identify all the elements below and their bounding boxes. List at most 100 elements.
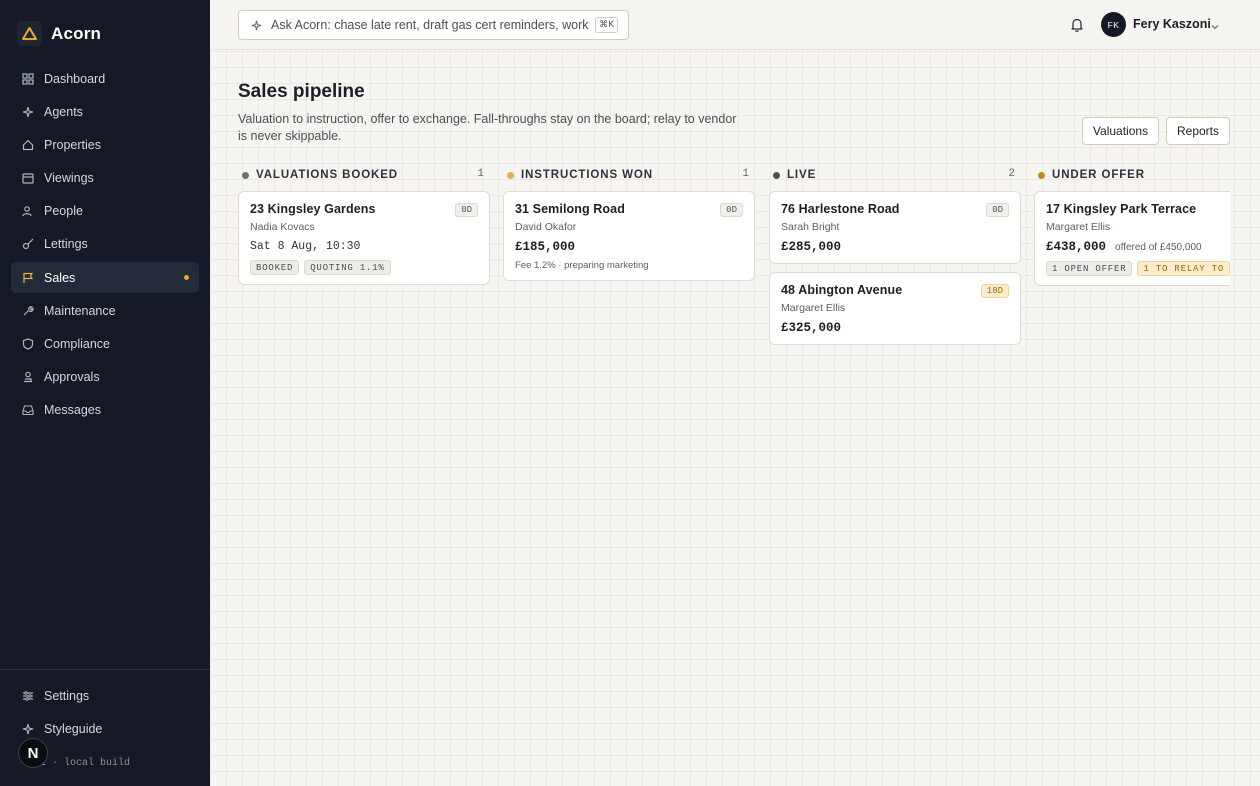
column-valuations-booked: VALUATIONS BOOKED 1 23 Kingsley Gardens … — [238, 164, 490, 285]
column-live: LIVE 2 76 Harlestone Road 0D Sarah Brigh… — [769, 164, 1021, 345]
card-price: £325,000 — [781, 321, 842, 335]
user-avatar[interactable]: FK — [1101, 12, 1126, 37]
pipeline-card[interactable]: 48 Abington Avenue 18D Margaret Ellis £3… — [769, 272, 1021, 345]
card-tags: 1 OPEN OFFER 1 TO RELAY TO — [1046, 261, 1230, 276]
pipeline-card[interactable]: 23 Kingsley Gardens 0D Nadia Kovacs Sat … — [238, 191, 490, 285]
sidebar-item-approvals[interactable]: Approvals — [11, 362, 199, 393]
pipeline-card[interactable]: 76 Harlestone Road 0D Sarah Bright £285,… — [769, 191, 1021, 264]
card-price-row: £185,000 — [515, 240, 743, 254]
search-placeholder: Ask Acorn: chase late rent, draft gas ce… — [271, 18, 591, 32]
card-offered: offered of £450,000 — [1115, 242, 1202, 253]
card-price-row: £325,000 — [781, 321, 1009, 335]
brand-name: Acorn — [51, 23, 102, 43]
bell-icon[interactable] — [1070, 17, 1084, 33]
column-clip: UNDER OFFER 17 Kingsley Park Terrace Mar… — [1034, 164, 1230, 364]
sidebar-nav: Dashboard Agents Properties Viewings Peo… — [11, 63, 199, 428]
card-person: Nadia Kovacs — [250, 221, 315, 233]
shield-icon — [22, 338, 34, 350]
sidebar-item-agents[interactable]: Agents — [11, 96, 199, 127]
sidebar-item-messages[interactable]: Messages — [11, 395, 199, 426]
age-badge: 0D — [986, 203, 1009, 217]
acorn-logo-icon — [17, 21, 42, 46]
card-price: £285,000 — [781, 240, 842, 254]
sidebar-item-compliance[interactable]: Compliance — [11, 329, 199, 360]
status-tag: 1 OPEN OFFER — [1046, 261, 1133, 276]
pipeline-card[interactable]: 31 Semilong Road 0D David Okafor £185,00… — [503, 191, 755, 281]
sidebar-item-label: Sales — [44, 270, 76, 285]
column-instructions-won: INSTRUCTIONS WON 1 31 Semilong Road 0D D… — [503, 164, 755, 281]
sidebar-item-properties[interactable]: Properties — [11, 129, 199, 160]
column-title: UNDER OFFER — [1052, 169, 1145, 181]
card-address: 17 Kingsley Park Terrace — [1046, 202, 1197, 216]
sparkle-icon — [22, 723, 34, 735]
column-status-dot — [773, 171, 780, 179]
card-address: 31 Semilong Road — [515, 202, 625, 216]
card-address: 48 Abington Avenue — [781, 283, 903, 297]
valuations-button[interactable]: Valuations — [1082, 117, 1159, 145]
card-tags: BOOKED QUOTING 1.1% — [250, 260, 478, 275]
sidebar-item-settings[interactable]: Settings — [11, 680, 199, 711]
sidebar-divider — [0, 669, 210, 670]
status-tag: BOOKED — [250, 260, 300, 275]
wrench-icon — [22, 305, 34, 317]
users-icon — [22, 205, 34, 217]
sidebar-item-label: Compliance — [44, 337, 111, 351]
sidebar-item-label: Maintenance — [44, 303, 116, 318]
age-badge: 0D — [720, 203, 743, 217]
card-price-row: £285,000 — [781, 240, 1009, 254]
topbar: Ask Acorn: chase late rent, draft gas ce… — [210, 0, 1260, 50]
card-person: Sarah Bright — [781, 221, 840, 233]
card-appointment: Sat 8 Aug, 10:30 — [250, 240, 361, 253]
card-address: 76 Harlestone Road — [781, 202, 900, 216]
column-title: VALUATIONS BOOKED — [256, 169, 399, 181]
flag-icon — [22, 272, 34, 284]
shortcut-hint: ⌘K — [595, 17, 618, 33]
column-status-dot — [242, 171, 249, 179]
page-title: Sales pipeline — [238, 81, 365, 102]
page-description: Valuation to instruction, offer to excha… — [238, 112, 737, 143]
brand[interactable]: Acorn — [17, 21, 101, 46]
card-price-row: £438,000 offered of £450,000 — [1046, 240, 1230, 254]
card-note: Fee 1.2% · preparing marketing — [515, 260, 649, 271]
key-icon — [22, 238, 34, 250]
column-count: 2 — [1008, 168, 1015, 180]
column-status-dot — [507, 171, 514, 179]
column-header: LIVE 2 — [769, 164, 1021, 186]
card-price: £438,000 — [1046, 240, 1107, 254]
sidebar-item-label: Lettings — [44, 237, 88, 252]
status-tag: 1 TO RELAY TO — [1137, 261, 1230, 276]
card-address: 23 Kingsley Gardens — [250, 202, 376, 216]
sidebar-item-sales[interactable]: Sales — [11, 262, 199, 294]
column-count: 1 — [742, 168, 749, 180]
sidebar-item-label: People — [44, 204, 83, 219]
sidebar-item-label: Dashboard — [44, 71, 106, 86]
sidebar: Acorn Dashboard Agents Properties Viewin… — [0, 0, 210, 786]
chevron-down-icon[interactable] — [1210, 19, 1220, 30]
sidebar-item-people[interactable]: People — [11, 196, 199, 227]
sparkle-icon — [251, 20, 265, 31]
main-content: Sales pipeline Valuation to instruction,… — [210, 51, 1260, 786]
pipeline-card[interactable]: 17 Kingsley Park Terrace Margaret Ellis … — [1034, 191, 1230, 286]
card-price: £185,000 — [515, 240, 576, 254]
corner-badge[interactable]: N — [18, 738, 48, 768]
card-person: Margaret Ellis — [1046, 221, 1111, 233]
sidebar-item-label: Messages — [44, 403, 101, 418]
sidebar-item-maintenance[interactable]: Maintenance — [11, 295, 199, 326]
status-tag: QUOTING 1.1% — [304, 260, 391, 275]
sidebar-item-dashboard[interactable]: Dashboard — [11, 63, 199, 94]
reports-button[interactable]: Reports — [1166, 117, 1230, 145]
notification-dot — [184, 275, 189, 281]
sidebar-bottom-nav: Settings Styleguide — [11, 680, 199, 746]
sidebar-item-label: Styleguide — [44, 721, 103, 736]
sidebar-item-label: Viewings — [44, 171, 94, 186]
sliders-icon — [22, 690, 34, 702]
column-title: INSTRUCTIONS WON — [521, 169, 653, 181]
calendar-icon — [22, 172, 34, 184]
user-name[interactable]: Fery Kaszoni — [1133, 17, 1211, 31]
inbox-icon — [22, 404, 34, 416]
sidebar-item-lettings[interactable]: Lettings — [11, 229, 199, 260]
column-header: VALUATIONS BOOKED 1 — [238, 164, 490, 186]
home-icon — [22, 139, 34, 151]
search-input[interactable]: Ask Acorn: chase late rent, draft gas ce… — [238, 10, 629, 40]
sidebar-item-viewings[interactable]: Viewings — [11, 163, 199, 194]
